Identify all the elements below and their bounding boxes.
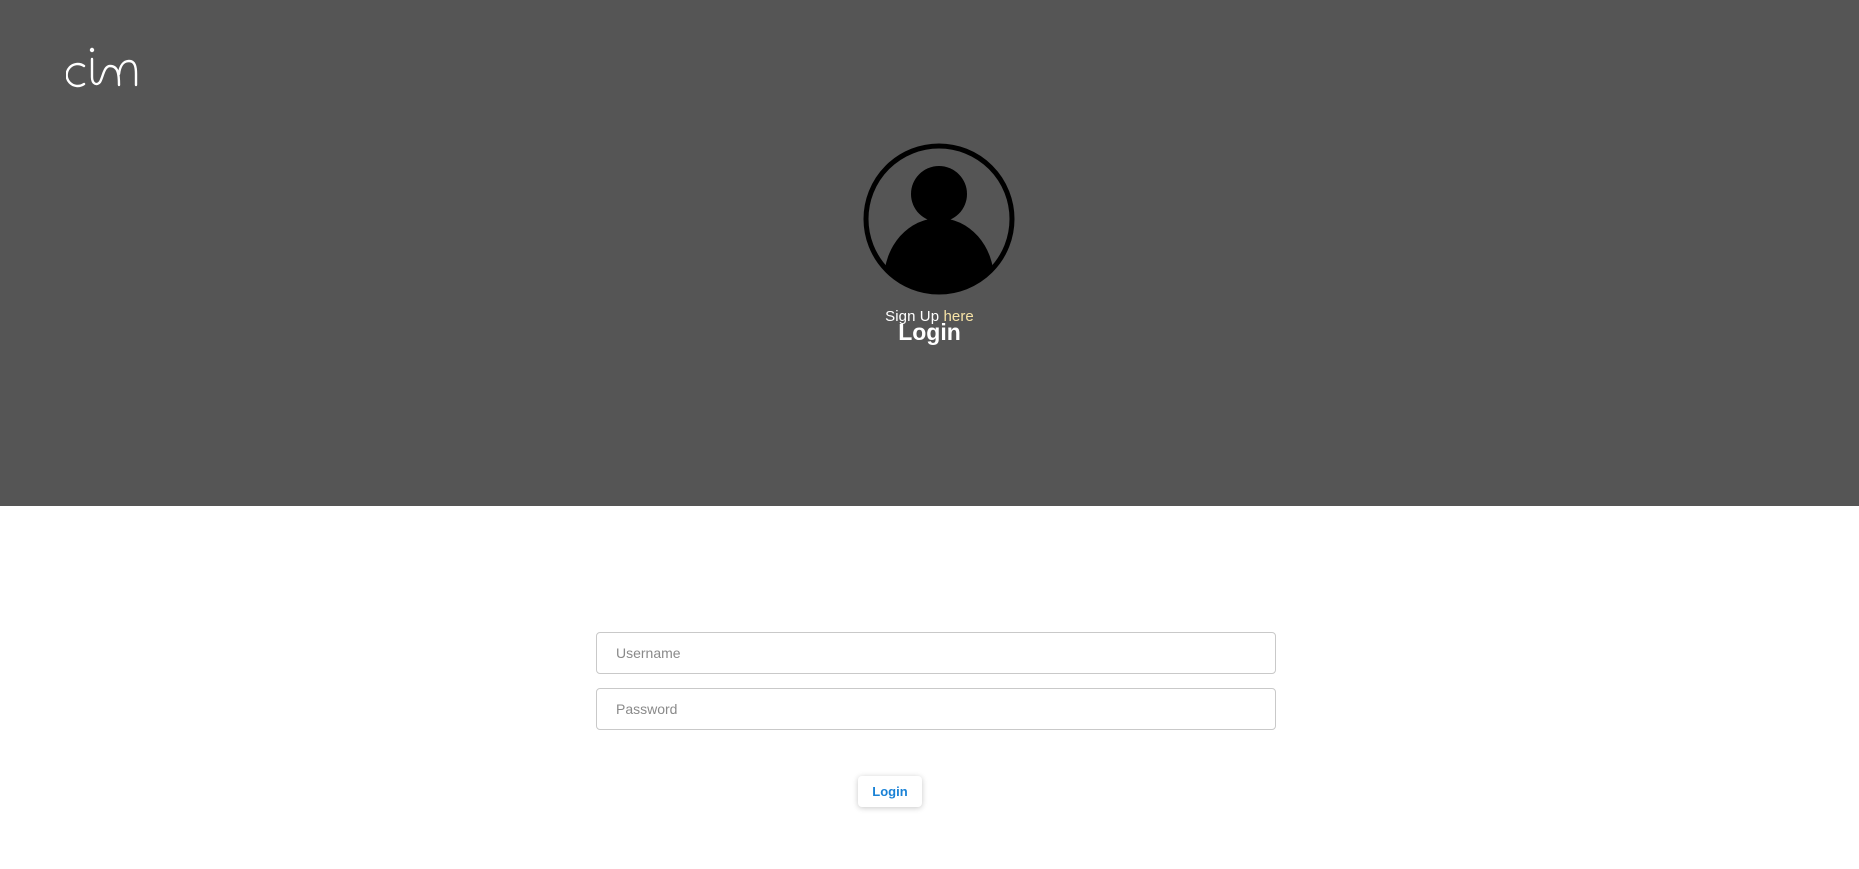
user-avatar-icon xyxy=(863,143,1015,295)
password-input[interactable] xyxy=(596,688,1276,730)
username-input[interactable] xyxy=(596,632,1276,674)
cin-logo-icon xyxy=(65,47,138,88)
login-button[interactable]: Login xyxy=(858,776,922,807)
brand-logo[interactable] xyxy=(65,44,138,88)
avatar xyxy=(862,142,1016,296)
page-title: Login xyxy=(898,319,961,345)
hero-banner: Sign Up here Login xyxy=(0,0,1859,506)
